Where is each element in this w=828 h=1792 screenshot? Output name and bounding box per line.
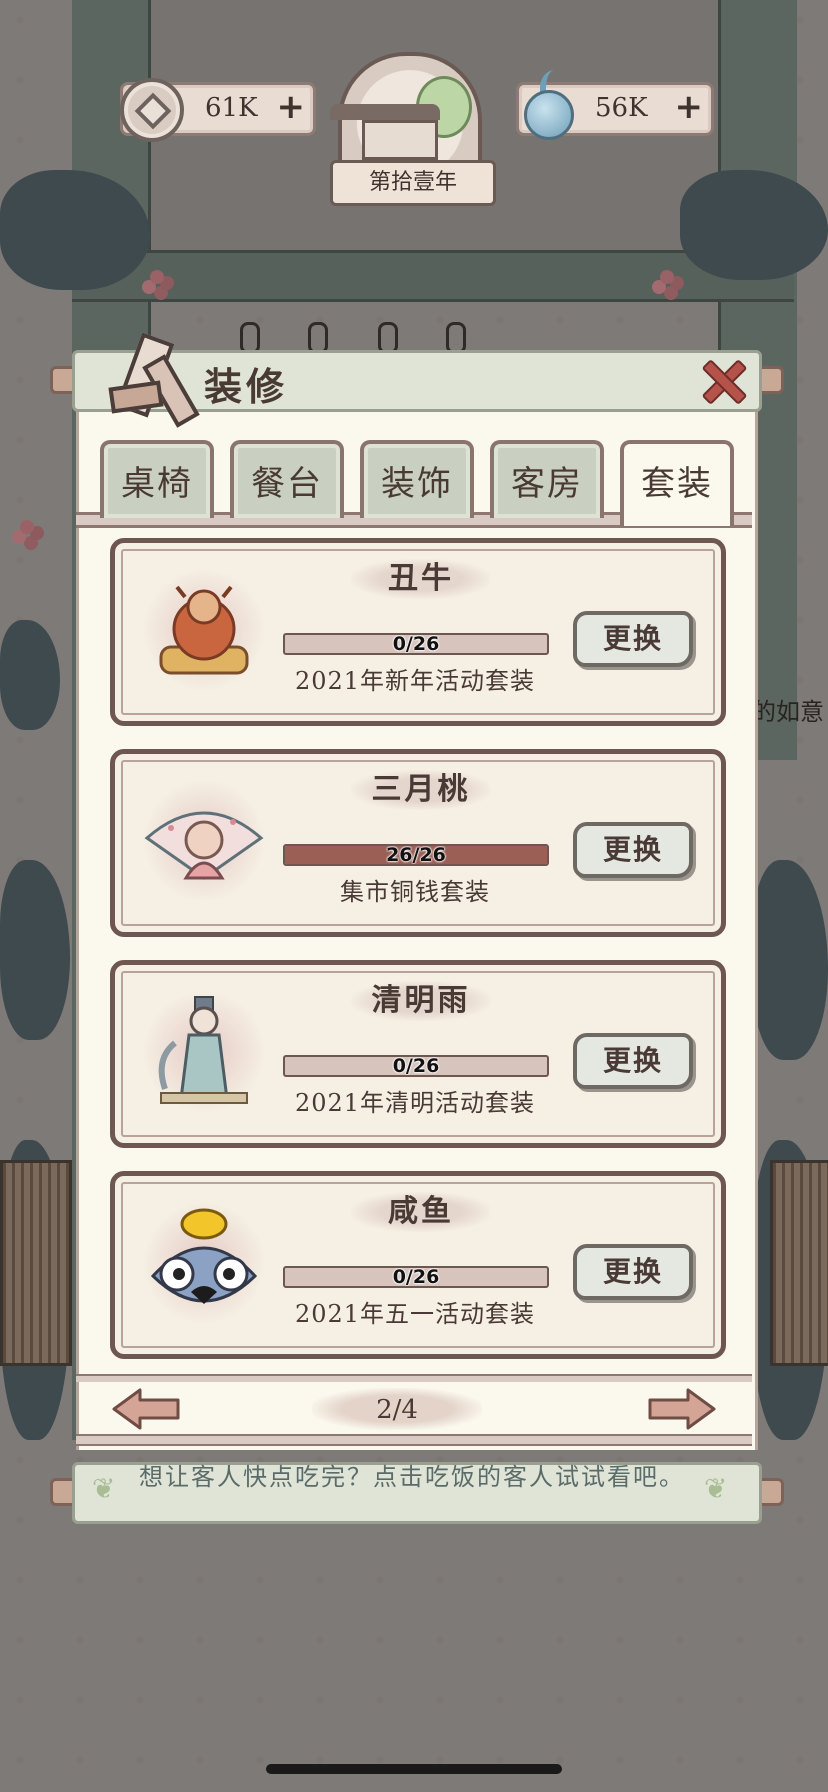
ginkgo-leaf-icon: ❦ [92,1472,116,1505]
set-progress-bar: 0/26 [283,1266,549,1288]
blossom-decoration [150,270,164,284]
arrow-left-icon[interactable] [110,1386,182,1432]
ginkgo-leaf-icon: ❦ [704,1472,728,1505]
progress-text: 0/26 [392,633,440,655]
swap-button[interactable]: 更换 [573,1033,693,1089]
tab-decorations[interactable]: 装饰 [360,440,474,518]
swap-button[interactable]: 更换 [573,822,693,878]
pavilion-icon [330,104,440,120]
background-screen [0,1160,72,1366]
set-card: 丑牛 0/26 2021年新年活动套装 更换 [110,538,726,726]
tab-guest-rooms[interactable]: 客房 [490,440,604,518]
set-progress-bar: 26/26 [283,844,549,866]
progress-text: 0/26 [392,1055,440,1077]
copper-coin-icon [120,78,184,142]
background-beam [72,250,794,302]
progress-text: 0/26 [392,1266,440,1288]
water-value: 56K [595,93,648,123]
set-name: 三月桃 [371,772,471,807]
add-water-button[interactable]: + [675,89,704,125]
water-drop-icon [516,70,576,140]
add-coins-button[interactable]: + [277,89,306,125]
progress-text: 26/26 [386,844,446,866]
coin-value: 61K [205,93,258,123]
scholar-figure-icon [141,989,267,1115]
peach-blossom-fan-icon [141,778,267,904]
home-indicator[interactable] [266,1764,562,1774]
tab-tables-chairs[interactable]: 桌椅 [100,440,214,518]
panel-title: 装修 [204,364,289,409]
swap-button[interactable]: 更换 [573,611,693,667]
panel-bottom-edge [76,1434,752,1446]
hammer-icon [108,332,200,428]
set-card: 三月桃 26/26 集市铜钱套装 更换 [110,749,726,937]
set-description: 集市铜钱套装 [340,878,490,906]
tab-counters[interactable]: 餐台 [230,440,344,518]
year-emblem[interactable] [330,52,482,172]
set-description: 2021年清明活动套装 [294,1089,536,1117]
page-indicator: 2/4 [376,1395,418,1425]
set-description: 2021年五一活动套装 [294,1300,536,1328]
set-progress-bar: 0/26 [283,1055,549,1077]
salted-fish-gold-icon [141,1200,267,1326]
blossom-decoration [20,520,34,534]
set-card: 咸鱼 0/26 2021年五一活动套装 更换 [110,1171,726,1359]
tab-sets[interactable]: 套装 [620,440,734,526]
arrow-right-icon[interactable] [646,1386,718,1432]
set-description: 2021年新年活动套装 [294,667,536,695]
ox-figure-icon [141,567,267,693]
set-name: 清明雨 [371,983,471,1018]
set-name: 丑牛 [388,561,454,596]
close-icon[interactable] [700,358,744,402]
set-name: 咸鱼 [388,1194,454,1229]
swap-button[interactable]: 更换 [573,1244,693,1300]
set-progress-bar: 0/26 [283,633,549,655]
background-item-label: 的如意 [752,698,824,726]
pager-divider [76,1374,752,1382]
background-screen [770,1160,828,1366]
set-card: 清明雨 0/26 2021年清明活动套装 更换 [110,960,726,1148]
tip-text: 想让客人快点吃完？点击吃饭的客人试试看吧。 [139,1463,685,1491]
year-label: 第拾壹年 [330,160,496,206]
blossom-decoration [660,270,674,284]
